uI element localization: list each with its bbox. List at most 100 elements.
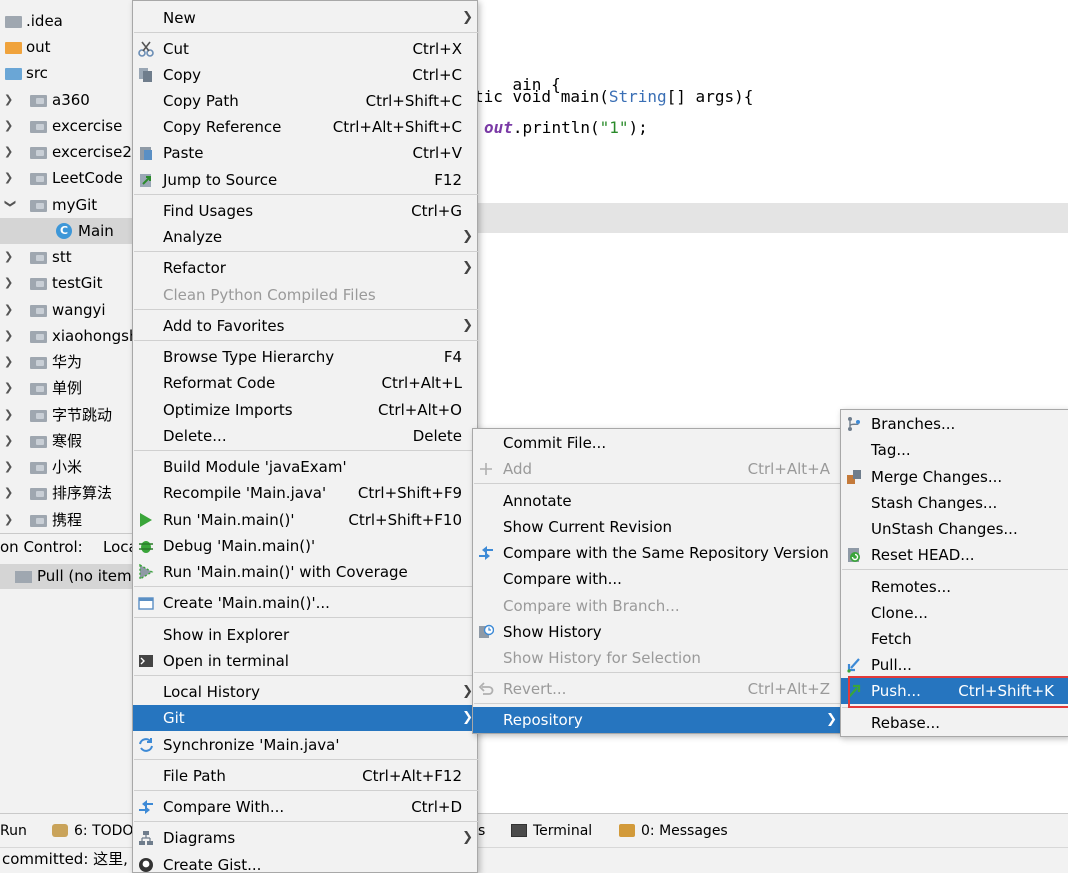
menu-item-git[interactable]: Git ❯	[133, 705, 477, 731]
menu-item-create-config[interactable]: Create 'Main.main()'...	[133, 590, 477, 616]
chevron-right-icon[interactable]: ❯	[4, 454, 16, 480]
menu-item-show-in-explorer[interactable]: Show in Explorer	[133, 622, 477, 648]
menu-item-rebase[interactable]: Rebase...	[841, 710, 1068, 736]
menu-item-merge-changes[interactable]: Merge Changes...	[841, 464, 1068, 490]
menu-item-find-usages[interactable]: Find Usages Ctrl+G	[133, 198, 477, 224]
menu-item-jump-to-source[interactable]: Jump to Source F12	[133, 167, 477, 193]
tree-item-excercise[interactable]: ❯ excercise	[0, 113, 134, 139]
tree-item-mygit[interactable]: ❯ myGit	[0, 192, 134, 218]
menu-item-paste[interactable]: Paste Ctrl+V	[133, 140, 477, 166]
menu-item-create-gist[interactable]: Create Gist...	[133, 852, 477, 873]
chevron-right-icon[interactable]: ❯	[4, 507, 16, 533]
chevron-right-icon[interactable]: ❯	[4, 139, 16, 165]
menu-item-compare-with-git[interactable]: Compare with...	[473, 566, 841, 592]
menu-item-reformat-code[interactable]: Reformat Code Ctrl+Alt+L	[133, 370, 477, 396]
local-changes-tab[interactable]: Loca	[103, 534, 134, 561]
menu-item-new[interactable]: New ❯	[133, 5, 477, 31]
menu-item-browse-type-hierarchy[interactable]: Browse Type Hierarchy F4	[133, 344, 477, 370]
revert-icon	[478, 682, 494, 695]
menu-item-pull[interactable]: Pull...	[841, 652, 1068, 678]
tree-item-src[interactable]: src	[0, 60, 134, 86]
menu-item-reset-head[interactable]: Reset HEAD...	[841, 542, 1068, 568]
menu-item-synchronize[interactable]: Synchronize 'Main.java'	[133, 732, 477, 758]
tree-item-ctrip[interactable]: ❯ 携程	[0, 507, 134, 533]
chevron-right-icon[interactable]: ❯	[4, 480, 16, 506]
menu-item-cut[interactable]: Cut Ctrl+X	[133, 36, 477, 62]
menu-item-clone[interactable]: Clone...	[841, 600, 1068, 626]
menu-item-copy-reference[interactable]: Copy Reference Ctrl+Alt+Shift+C	[133, 114, 477, 140]
todo-tool-tab[interactable]: 6: TODO	[52, 814, 133, 848]
menu-item-commit-file[interactable]: Commit File...	[473, 430, 841, 456]
reset-icon	[848, 548, 860, 562]
chevron-right-icon[interactable]: ❯	[4, 349, 16, 375]
chevron-right-icon[interactable]: ❯	[4, 428, 16, 454]
menu-item-open-terminal[interactable]: Open in terminal	[133, 648, 477, 674]
tree-item-sorting[interactable]: ❯ 排序算法	[0, 480, 134, 506]
tree-item-xiaomi[interactable]: ❯ 小米	[0, 454, 134, 480]
chevron-right-icon[interactable]: ❯	[4, 165, 16, 191]
tree-item-main[interactable]: C Main	[0, 218, 134, 244]
tree-item-stt[interactable]: ❯ stt	[0, 244, 134, 270]
menu-item-branches[interactable]: Branches...	[841, 411, 1068, 437]
tree-item-excercise2[interactable]: ❯ excercise2	[0, 139, 134, 165]
menu-item-debug-main[interactable]: Debug 'Main.main()'	[133, 533, 477, 559]
menu-item-diagrams[interactable]: Diagrams ❯	[133, 825, 477, 851]
terminal-tool-tab[interactable]: Terminal	[511, 814, 592, 848]
menu-item-compare-with[interactable]: Compare With... Ctrl+D	[133, 794, 477, 820]
menu-item-refactor[interactable]: Refactor ❯	[133, 255, 477, 281]
chevron-right-icon[interactable]: ❯	[4, 244, 16, 270]
merge-icon	[847, 470, 861, 484]
tree-item-bytedance[interactable]: ❯ 字节跳动	[0, 402, 134, 428]
menu-item-stash-changes[interactable]: Stash Changes...	[841, 490, 1068, 516]
menu-item-push[interactable]: Push... Ctrl+Shift+K	[841, 678, 1068, 704]
menu-item-optimize-imports[interactable]: Optimize Imports Ctrl+Alt+O	[133, 397, 477, 423]
menu-item-show-current-revision[interactable]: Show Current Revision	[473, 514, 841, 540]
menu-item-copy[interactable]: Copy Ctrl+C	[133, 62, 477, 88]
chevron-right-icon[interactable]: ❯	[4, 270, 16, 296]
menu-item-local-history[interactable]: Local History ❯	[133, 679, 477, 705]
tree-item-leetcode[interactable]: ❯ LeetCode	[0, 165, 134, 191]
chevron-right-icon[interactable]: ❯	[4, 402, 16, 428]
menu-item-add-to-favorites[interactable]: Add to Favorites ❯	[133, 313, 477, 339]
tree-item-a360[interactable]: ❯ a360	[0, 87, 134, 113]
menu-item-copy-path[interactable]: Copy Path Ctrl+Shift+C	[133, 88, 477, 114]
chevron-right-icon[interactable]: ❯	[4, 87, 16, 113]
chevron-right-icon[interactable]: ❯	[4, 375, 16, 401]
tree-item-out[interactable]: out	[0, 34, 134, 60]
menu-item-run-coverage[interactable]: Run 'Main.main()' with Coverage	[133, 559, 477, 585]
menu-item-file-path[interactable]: File Path Ctrl+Alt+F12	[133, 763, 477, 789]
tree-item-testgit[interactable]: ❯ testGit	[0, 270, 134, 296]
chevron-right-icon[interactable]: ❯	[4, 113, 16, 139]
menu-item-fetch[interactable]: Fetch	[841, 626, 1068, 652]
tree-item-winter[interactable]: ❯ 寒假	[0, 428, 134, 454]
chevron-down-icon[interactable]: ❯	[0, 199, 23, 211]
pull-row[interactable]: Pull (no items	[0, 564, 134, 589]
menu-item-tag[interactable]: Tag...	[841, 437, 1068, 463]
menu-separator	[134, 790, 478, 791]
messages-tool-tab[interactable]: 0: Messages	[619, 814, 728, 848]
menu-item-delete[interactable]: Delete... Delete	[133, 423, 477, 449]
tree-item-huawei[interactable]: ❯ 华为	[0, 349, 134, 375]
package-icon	[30, 436, 47, 448]
menu-item-show-history[interactable]: Show History	[473, 619, 841, 645]
chevron-right-icon[interactable]: ❯	[4, 323, 16, 349]
menu-item-remotes[interactable]: Remotes...	[841, 574, 1068, 600]
run-tool-tab[interactable]: Run	[0, 814, 27, 848]
version-control-tab[interactable]: on Control:	[0, 534, 83, 561]
tree-item-xiaohongshu[interactable]: ❯ xiaohongshu	[0, 323, 134, 349]
tree-item-singleton[interactable]: ❯ 单例	[0, 375, 134, 401]
menu-item-analyze[interactable]: Analyze ❯	[133, 224, 477, 250]
package-icon	[30, 331, 47, 343]
menu-item-build-module[interactable]: Build Module 'javaExam'	[133, 454, 477, 480]
menu-item-compare-same-repo[interactable]: Compare with the Same Repository Version	[473, 540, 841, 566]
tree-item-wangyi[interactable]: ❯ wangyi	[0, 297, 134, 323]
menu-item-run-main[interactable]: Run 'Main.main()' Ctrl+Shift+F10	[133, 507, 477, 533]
tree-item-idea[interactable]: .idea	[0, 8, 134, 34]
coverage-icon	[139, 564, 154, 580]
menu-item-unstash-changes[interactable]: UnStash Changes...	[841, 516, 1068, 542]
menu-item-recompile[interactable]: Recompile 'Main.java' Ctrl+Shift+F9	[133, 480, 477, 506]
chevron-right-icon[interactable]: ❯	[4, 297, 16, 323]
menu-item-revert: Revert... Ctrl+Alt+Z	[473, 676, 841, 702]
menu-item-annotate[interactable]: Annotate	[473, 488, 841, 514]
menu-item-repository[interactable]: Repository ❯	[473, 707, 841, 733]
